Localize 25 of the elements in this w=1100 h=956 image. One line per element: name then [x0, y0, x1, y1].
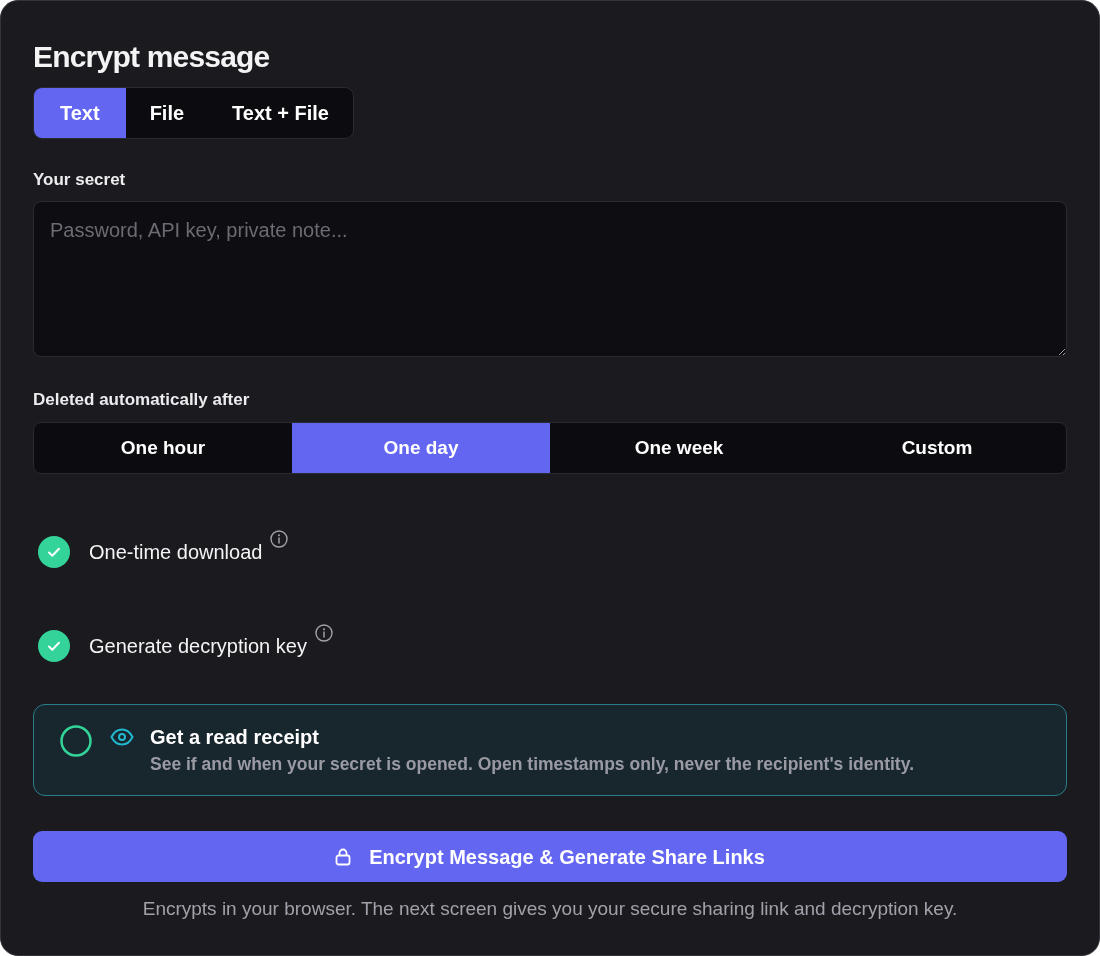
mode-tab[interactable]: Text [34, 88, 126, 138]
info-icon[interactable] [270, 530, 289, 548]
form-title: Encrypt message [33, 39, 271, 75]
expiry-option[interactable]: One hour [34, 423, 292, 473]
footnote-text: Encrypts in your browser. The next screen gives you your secure sharing link and decryption key. [141, 897, 959, 921]
expiry-option[interactable]: One day [292, 423, 550, 473]
read-receipt-title: Get a read receipt [150, 725, 320, 749]
unchecked-checkbox-icon[interactable] [60, 725, 92, 757]
expiry-option[interactable]: Custom [808, 423, 1066, 473]
option-label: One-time download [89, 540, 263, 565]
read-receipt-card[interactable]: Get a read receipt See if and when your secret is opened. Open timestamps only, never the recipient's identity. [33, 704, 1067, 796]
encrypt-button[interactable]: Encrypt Message & Generate Share Links [33, 831, 1067, 882]
mode-tab[interactable]: Text + File [208, 88, 353, 138]
secret-textarea[interactable]: Password, API key, private note... [33, 201, 1067, 357]
checked-checkbox-icon[interactable] [38, 536, 70, 568]
eye-icon [110, 728, 134, 746]
field-label: Deleted automatically after [33, 389, 251, 411]
option-label: Generate decryption key [89, 634, 307, 659]
checked-checkbox-icon[interactable] [38, 630, 70, 662]
field-label: Your secret [33, 169, 127, 191]
mode-tab[interactable]: File [125, 88, 209, 138]
lock-icon [335, 847, 352, 866]
read-receipt-description: See if and when your secret is opened. Open timestamps only, never the recipient's identity. [150, 754, 914, 774]
info-icon[interactable] [314, 624, 333, 642]
expiry-option[interactable]: One week [550, 423, 808, 473]
